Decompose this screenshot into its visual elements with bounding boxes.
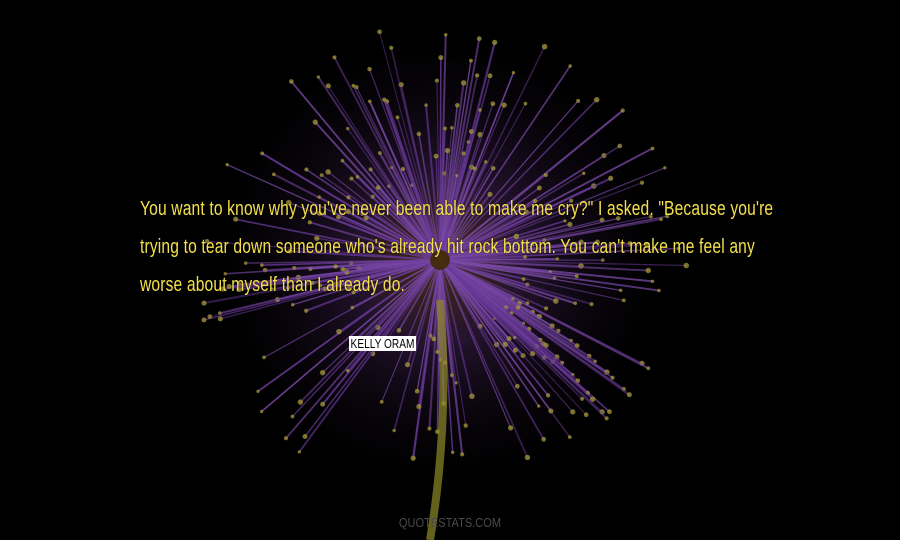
quote-text: You want to know why you've never been a…	[140, 198, 774, 296]
author-name: KELLY ORAM	[349, 336, 416, 351]
site-watermark: QUOTESTATS.COM	[398, 515, 502, 530]
